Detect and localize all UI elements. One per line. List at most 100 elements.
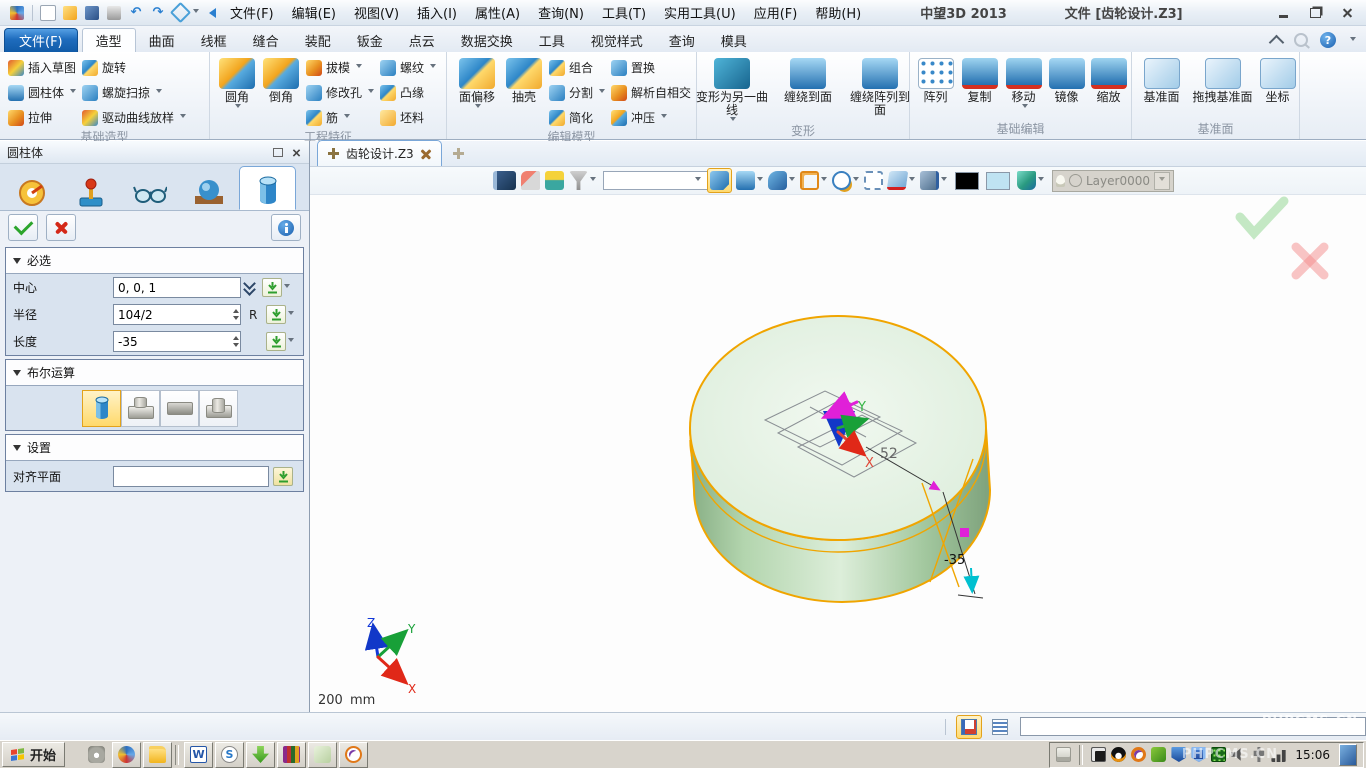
radius-input[interactable] — [113, 304, 241, 325]
tab-shape[interactable]: 造型 — [82, 28, 136, 52]
quicklaunch-winrar-button[interactable] — [277, 742, 306, 768]
resolve-self-intersection-button[interactable]: 解析自相交 — [608, 80, 694, 105]
undo-icon[interactable]: ↶ — [126, 4, 146, 22]
shade-mode-button[interactable] — [735, 170, 764, 191]
nvidia-icon[interactable] — [1151, 747, 1166, 762]
quicklaunch-folder-button[interactable] — [143, 742, 172, 768]
draft-button[interactable]: 拔模 — [303, 55, 377, 80]
length-pick-button[interactable] — [266, 332, 286, 351]
morph-to-curve-button[interactable]: 变形为另一曲线 — [695, 55, 769, 124]
show-target-button[interactable] — [544, 170, 565, 191]
quicklaunch-zw3d-button[interactable] — [112, 742, 141, 768]
menu-help[interactable]: 帮助(H) — [806, 3, 870, 22]
replace-button[interactable]: 置换 — [608, 55, 694, 80]
menu-applications[interactable]: 应用(F) — [745, 3, 807, 22]
boolean-remove-button[interactable] — [160, 390, 199, 427]
stock-button[interactable]: 坯料 — [377, 105, 439, 130]
tab-cylinder-active[interactable] — [239, 166, 296, 210]
radius-pick-button[interactable] — [266, 305, 286, 324]
filter-button[interactable] — [568, 170, 597, 191]
tab-assembly[interactable]: 装配 — [292, 29, 344, 52]
wrap-pattern-to-face-button[interactable]: 缠绕阵列到面 — [847, 55, 913, 117]
refresh-icon[interactable] — [170, 4, 190, 22]
tray-clock[interactable]: 15:06 — [1291, 748, 1334, 762]
quicklaunch-notes-button[interactable] — [308, 742, 337, 768]
align-plane-pick-button[interactable] — [273, 467, 293, 486]
layer-combo[interactable]: Layer0000 — [1052, 170, 1174, 192]
boolean-section-header[interactable]: 布尔运算 — [6, 360, 303, 386]
extrude-button[interactable]: 拉伸 — [5, 105, 79, 130]
new-file-icon[interactable] — [38, 4, 58, 22]
length-spinner[interactable] — [233, 333, 239, 350]
radius-mode-tag[interactable]: R — [249, 308, 257, 322]
radius-spinner[interactable] — [233, 306, 239, 323]
face-offset-button[interactable]: 面偏移 — [452, 55, 502, 111]
required-section-header[interactable]: 必选 — [6, 248, 303, 274]
info-button[interactable] — [271, 214, 301, 241]
menu-edit[interactable]: 编辑(E) — [283, 3, 345, 22]
center-pick-dropdown-icon[interactable] — [284, 284, 290, 291]
confirm-overlay-icon[interactable] — [1240, 201, 1284, 233]
3d-viewport[interactable]: Y X 52 -35 Z Y — [310, 195, 1366, 712]
quicklaunch-capture-button[interactable] — [83, 743, 110, 767]
length-drag-handle[interactable] — [960, 528, 969, 537]
menu-tools[interactable]: 工具(T) — [593, 3, 655, 22]
wireframe-button[interactable] — [799, 170, 828, 191]
collapse-ribbon-icon[interactable] — [1269, 34, 1285, 50]
search-icon[interactable] — [1294, 33, 1308, 47]
modify-hole-button[interactable]: 修改孔 — [303, 80, 377, 105]
zoom-window-button[interactable] — [863, 170, 884, 191]
filter-combo-input[interactable] — [603, 171, 709, 190]
tab-mold[interactable]: 模具 — [708, 29, 760, 52]
boolean-base-button[interactable] — [82, 390, 121, 427]
menu-view[interactable]: 视图(V) — [345, 3, 408, 22]
tab-preview[interactable] — [121, 170, 178, 210]
tab-wireframe[interactable]: 线框 — [188, 29, 240, 52]
copy-button[interactable]: 复制 — [958, 55, 1002, 104]
driven-curve-loft-button[interactable]: 驱动曲线放样 — [79, 105, 189, 130]
punch-button[interactable]: 冲压 — [608, 105, 694, 130]
help-dropdown-icon[interactable] — [1350, 37, 1356, 44]
help-icon[interactable] — [1320, 32, 1336, 48]
layer-manager-button[interactable] — [1016, 170, 1045, 191]
collapse-left-icon[interactable] — [200, 4, 220, 22]
menu-inquire[interactable]: 查询(N) — [529, 3, 593, 22]
redo-icon[interactable]: ↷ — [148, 4, 168, 22]
tab-render[interactable] — [180, 170, 237, 210]
menu-insert[interactable]: 插入(I) — [408, 3, 466, 22]
cancel-button[interactable] — [46, 214, 76, 241]
pattern-button[interactable]: 阵列 — [914, 55, 958, 104]
mirror-button[interactable]: 镜像 — [1046, 55, 1088, 104]
tab-dataexchange[interactable]: 数据交换 — [448, 29, 526, 52]
tab-pointcloud[interactable]: 点云 — [396, 29, 448, 52]
radius-pick-dropdown-icon[interactable] — [288, 311, 294, 318]
move-button[interactable]: 移动 — [1002, 55, 1046, 111]
panel-close-icon[interactable] — [292, 148, 301, 157]
drag-datum-plane-button[interactable]: 拖拽基准面 — [1188, 55, 1258, 104]
menu-file[interactable]: 文件(F) — [221, 3, 283, 22]
qq-icon[interactable] — [1111, 747, 1126, 762]
prompt-panel-toggle-button[interactable] — [956, 715, 982, 739]
exit-button[interactable] — [492, 170, 517, 191]
background-color-swatch[interactable] — [955, 172, 979, 190]
show-desktop-button[interactable] — [1339, 744, 1357, 766]
start-button[interactable]: 开始 — [2, 742, 65, 767]
menu-utilities[interactable]: 实用工具(U) — [655, 3, 745, 22]
thread-button[interactable]: 螺纹 — [377, 55, 439, 80]
v-shield-icon[interactable] — [1171, 747, 1186, 762]
print-icon[interactable] — [104, 4, 124, 22]
capture-button[interactable] — [919, 170, 948, 191]
panel-restore-icon[interactable] — [273, 148, 283, 157]
quicklaunch-download-button[interactable] — [246, 742, 275, 768]
length-input[interactable] — [113, 331, 241, 352]
quick-access-dropdown-icon[interactable] — [193, 9, 199, 16]
status-input[interactable] — [1020, 717, 1366, 736]
output-list-button[interactable] — [988, 716, 1012, 738]
csys-button[interactable]: 坐标 — [1258, 55, 1298, 104]
save-icon[interactable] — [82, 4, 102, 22]
tab-input[interactable] — [62, 170, 119, 210]
scale-button[interactable]: 缩放 — [1088, 55, 1130, 104]
tab-tools[interactable]: 工具 — [526, 29, 578, 52]
insert-sketch-button[interactable]: 插入草图 — [5, 55, 79, 80]
file-menu-button[interactable]: 文件(F) — [4, 28, 78, 52]
